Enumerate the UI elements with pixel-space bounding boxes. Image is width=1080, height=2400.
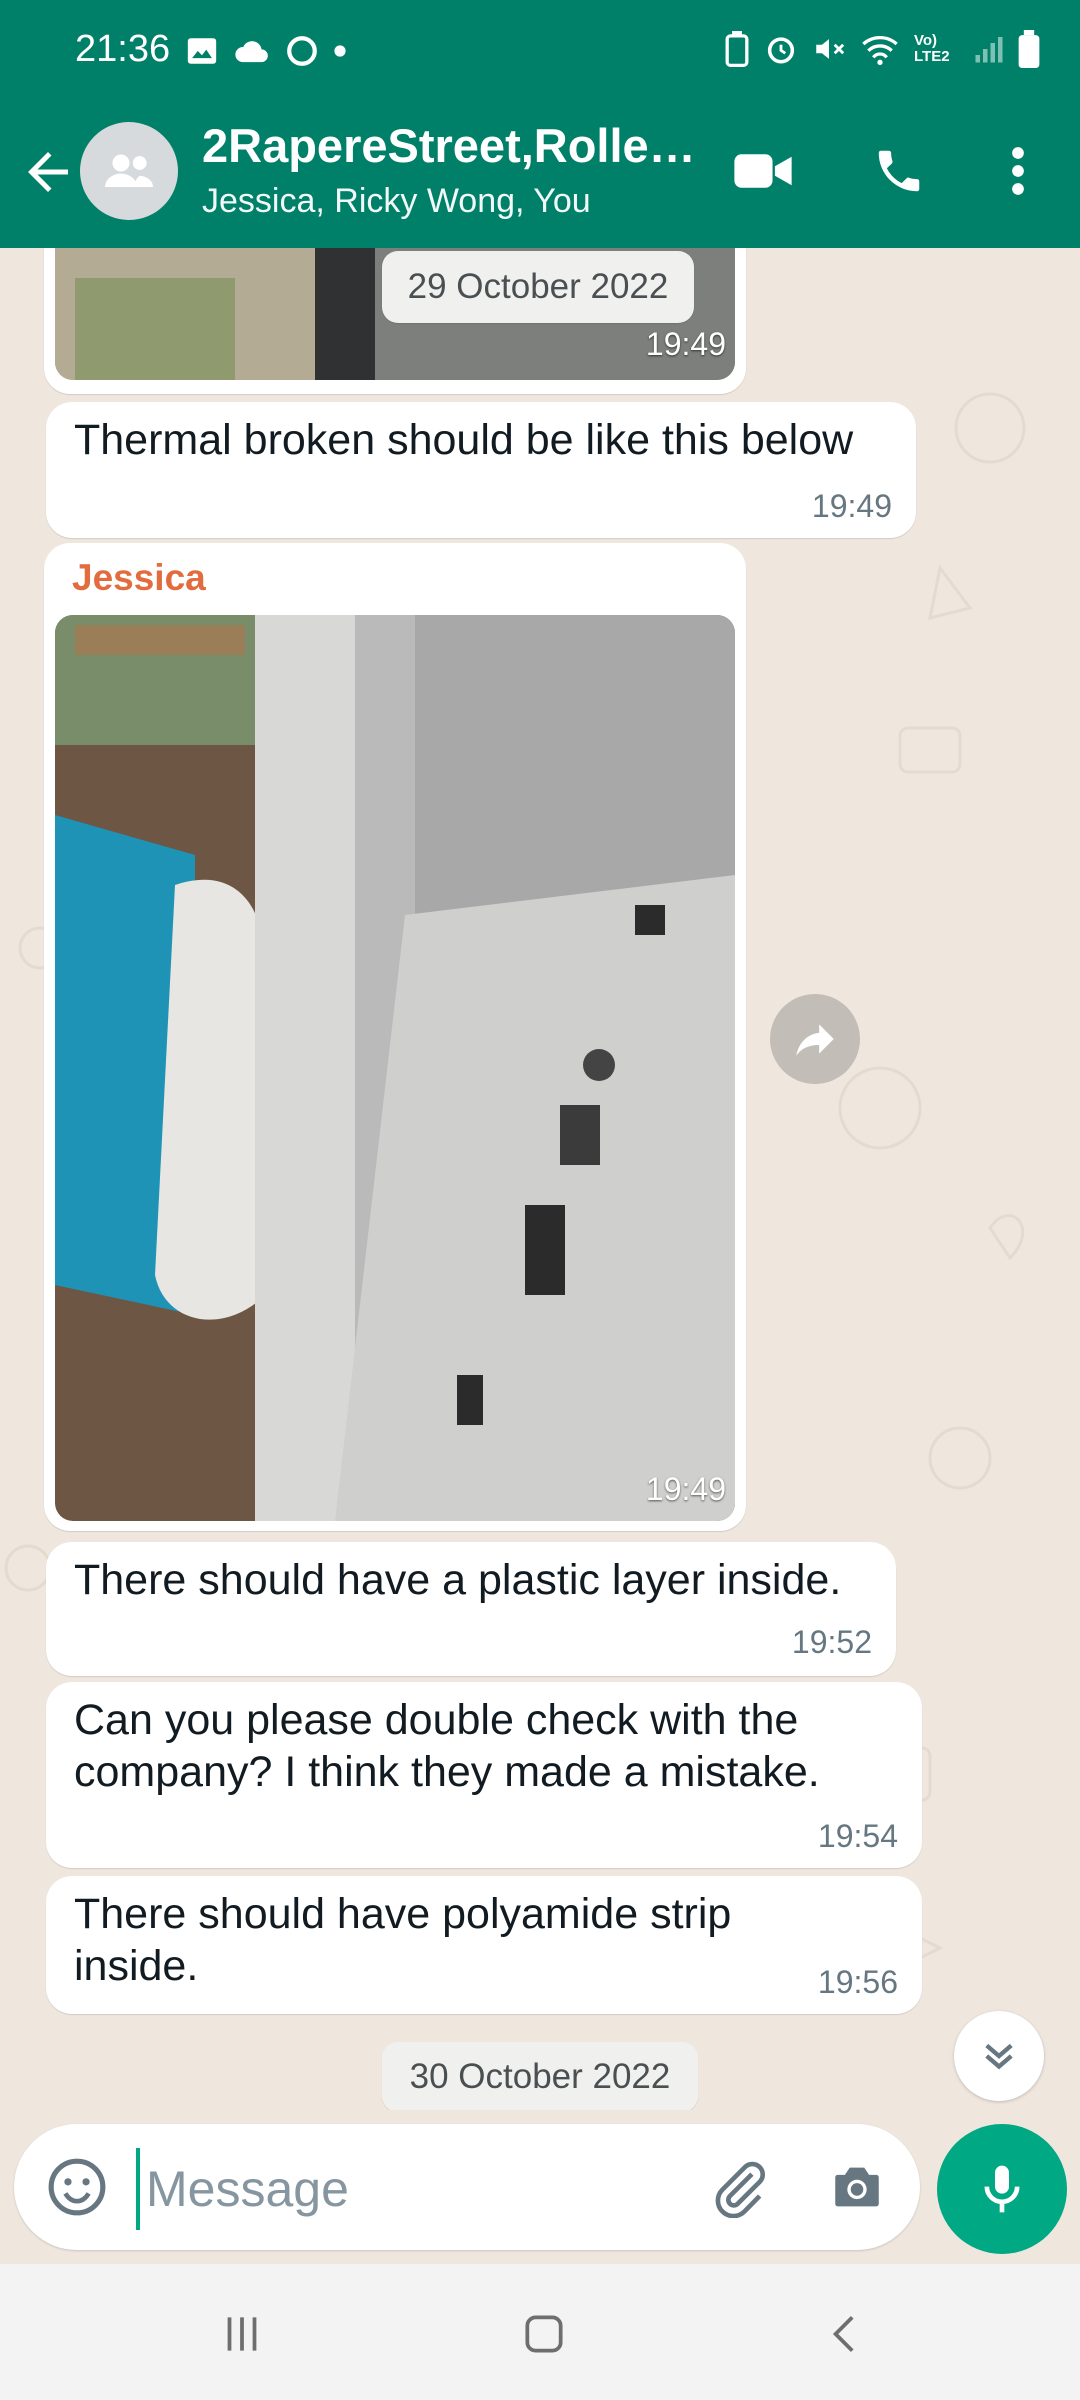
more-options-button[interactable] [983,136,1053,206]
message-time: 19:56 [817,1964,898,2000]
chat-participants[interactable]: Jessica, Ricky Wong, You [202,182,591,221]
forward-button[interactable] [770,994,860,1084]
microphone-icon [984,2165,1020,2213]
message-time: 19:49 [645,1471,726,1507]
date-overlay-text: 29 October 2022 [407,267,669,306]
dot-icon [334,45,346,57]
back-nav-button[interactable] [806,2304,886,2364]
gallery-icon [187,38,217,64]
message-time: 19:54 [817,1818,898,1854]
chat-messages[interactable]: 29 October 2022 19:49 Thermal broken sho… [0,248,1080,2110]
group-icon [105,154,153,187]
home-button[interactable] [504,2304,584,2364]
system-nav-bar [0,2264,1080,2400]
text-message[interactable]: Thermal broken should be like this below… [46,402,916,538]
message-text: There should have a plastic layer inside… [74,1556,842,1604]
sender-name: Jessica [72,557,206,598]
share-arrow-icon [796,1024,834,1056]
network-label: Vo) LTE2 [914,32,950,65]
message-image[interactable] [55,615,735,1521]
signal-icon [975,37,1003,63]
message-text: Thermal broken should be like this below [74,416,854,464]
chevron-left-icon [832,2316,854,2352]
battery-saver-icon [725,31,749,67]
text-message[interactable]: There should have polyamide strip inside… [46,1876,922,2014]
double-chevron-down-icon [985,2043,1013,2070]
message-text: There should have polyamide strip inside… [74,1890,732,1990]
home-icon [525,2315,563,2353]
group-avatar[interactable] [80,122,178,220]
status-time: 21:36 [75,28,171,70]
message-input[interactable] [136,2148,708,2230]
message-time: 19:52 [791,1624,872,1660]
arrow-left-icon [28,152,68,192]
image-message[interactable]: 29 October 2022 19:49 [44,248,746,394]
emoji-button[interactable] [42,2152,112,2222]
image-message[interactable]: Jessica 19:49 [44,543,746,1531]
sync-icon [287,36,317,66]
video-call-button[interactable] [728,136,798,206]
chat-title[interactable]: 2RapereStreet,Rolle… [202,118,702,173]
wifi-icon [862,36,898,65]
scroll-to-bottom-button[interactable] [954,2011,1044,2101]
message-time: 19:49 [645,326,726,362]
mute-icon [816,39,845,59]
text-message[interactable]: There should have a plastic layer inside… [46,1542,896,1676]
camera-icon [835,2167,879,2207]
alarm-icon [767,37,795,64]
date-separator: 30 October 2022 [382,2042,698,2110]
more-vertical-icon [1012,147,1024,195]
camera-button[interactable] [822,2152,892,2222]
message-composer [14,2124,920,2250]
battery-icon [1018,30,1040,68]
emoji-icon [48,2158,106,2216]
recent-apps-button[interactable] [202,2304,282,2364]
date-overlay: 29 October 2022 [382,251,694,323]
back-button[interactable] [18,142,78,202]
status-icons-right: Vo) LTE2 [724,30,1040,68]
message-time: 19:49 [811,488,892,524]
paperclip-icon [715,2161,766,2218]
message-text: Can you please double check with the com… [74,1696,820,1796]
voice-call-button[interactable] [864,136,934,206]
status-icons-left [185,34,347,68]
chat-header: 2RapereStreet,Rolle… Jessica, Ricky Wong… [0,104,1080,248]
status-bar: 21:36 Vo) LTE2 [0,0,1080,104]
cloud-icon [235,41,268,63]
text-message[interactable]: Can you please double check with the com… [46,1682,922,1868]
attach-button[interactable] [704,2152,774,2222]
voice-message-button[interactable] [937,2124,1067,2254]
phone-icon [878,150,920,192]
video-camera-icon [734,154,792,188]
date-separator-text: 30 October 2022 [409,2057,671,2096]
recents-icon [227,2317,257,2351]
